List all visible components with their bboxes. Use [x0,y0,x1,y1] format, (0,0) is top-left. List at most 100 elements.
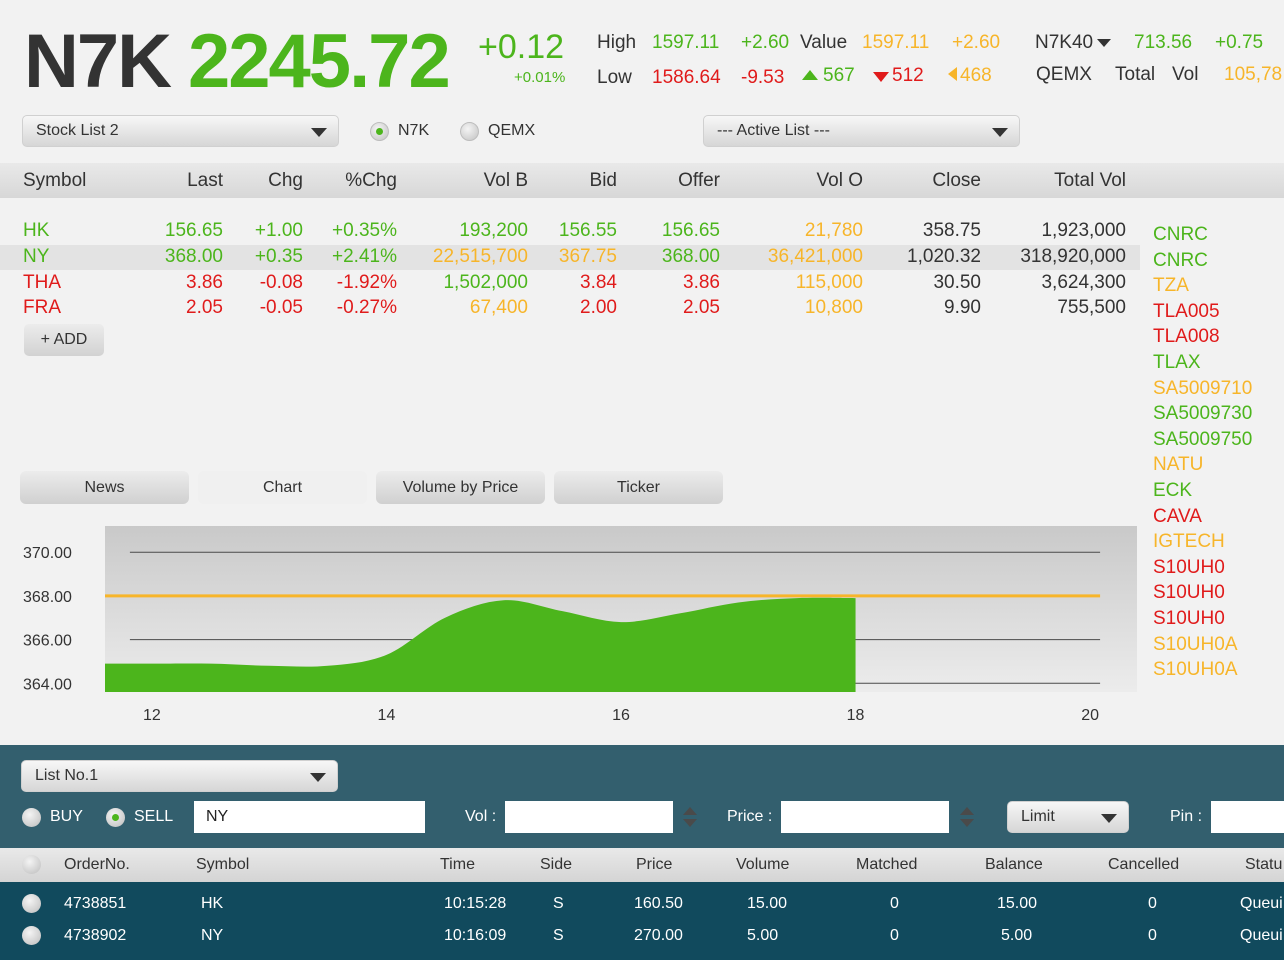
col-vol-b[interactable]: Vol B [408,170,528,192]
tab-volume-by-price[interactable]: Volume by Price [376,471,545,504]
sell-label: SELL [134,808,174,825]
tab-chart[interactable]: Chart [198,471,367,504]
order-list-select[interactable]: List No.1 [21,760,338,792]
col-order-cancelled[interactable]: Cancelled [1108,856,1179,874]
sell-radio[interactable] [106,808,125,827]
watchlist-item[interactable]: SA5009710 [1153,378,1252,400]
stock-list-select[interactable]: Stock List 2 [22,115,339,147]
col-order-symbol[interactable]: Symbol [196,856,249,874]
price-label: Price : [727,808,773,825]
volume-stepper[interactable] [683,802,697,832]
table-row[interactable]: THA 3.86 -0.08 -1.92% 1,502,000 3.84 3.8… [0,271,1140,296]
cell-pct: -1.92% [336,272,397,293]
buy-radio[interactable] [22,808,41,827]
order-matched: 0 [890,927,899,944]
col-chg[interactable]: Chg [223,170,303,192]
watchlist-item[interactable]: S10UH0A [1153,634,1238,656]
order-list-select-value: List No.1 [35,767,99,784]
cell-bid: 367.75 [558,246,617,267]
cell-total-vol: 755,500 [1057,297,1126,318]
price-chart[interactable]: 364.00 366.00 368.00 370.00 12 14 16 18 20 [0,520,1150,730]
tab-news[interactable]: News [20,471,189,504]
watchlist-item[interactable]: TLAX [1153,352,1201,374]
low-value: 1586.64 [652,67,721,88]
col-order-matched[interactable]: Matched [856,856,917,874]
table-row[interactable]: HK 156.65 +1.00 +0.35% 193,200 156.55 15… [0,219,1140,244]
col-order-price[interactable]: Price [636,856,672,874]
col-order-no[interactable]: OrderNo. [64,856,130,874]
watchlist-item[interactable]: SA5009750 [1153,429,1252,451]
chart-x-tick: 16 [612,707,630,724]
table-row[interactable]: NY 368.00 +0.35 +2.41% 22,515,700 367.75… [0,245,1140,270]
col-order-volume[interactable]: Volume [736,856,789,874]
cell-chg: +1.00 [254,220,303,241]
cell-offer: 2.05 [683,297,720,318]
col-bid[interactable]: Bid [537,170,617,192]
watchlist-item[interactable]: SA5009730 [1153,403,1252,425]
volume-input[interactable] [505,801,673,833]
watchlist-item[interactable]: TZA [1153,275,1189,297]
col-pct-chg[interactable]: %Chg [307,170,397,192]
col-order-side[interactable]: Side [540,856,572,874]
chart-x-tick: 12 [143,707,161,724]
watchlist-item[interactable]: S10UH0 [1153,608,1225,630]
sub-index-change: +0.75 [1215,32,1264,53]
col-offer[interactable]: Offer [630,170,720,192]
advancers-count: 567 [823,65,855,86]
value-change: +2.60 [952,32,1001,53]
watchlist-item[interactable]: IGTECH [1153,531,1225,553]
col-order-time[interactable]: Time [440,856,475,874]
sub-index-selector[interactable]: N7K40 [1035,32,1112,54]
col-close[interactable]: Close [881,170,981,192]
value-label: Value [800,32,848,53]
order-type-value: Limit [1021,808,1055,825]
col-order-status[interactable]: Statu [1245,856,1282,874]
watchlist-item[interactable]: TLA005 [1153,301,1220,323]
cell-vol-b: 22,515,700 [432,246,528,267]
order-type-select[interactable]: Limit [1007,801,1129,833]
col-order-balance[interactable]: Balance [985,856,1043,874]
add-symbol-button[interactable]: + ADD [24,324,104,356]
watchlist-item[interactable]: TLA008 [1153,326,1220,348]
cell-bid: 2.00 [580,297,617,318]
cell-vol-o: 21,780 [804,220,863,241]
col-last[interactable]: Last [143,170,223,192]
chevron-down-icon [1097,38,1112,47]
order-row-radio[interactable] [22,926,41,945]
col-total-vol[interactable]: Total Vol [996,170,1126,192]
watchlist-item[interactable]: NATU [1153,454,1203,476]
vol-label: Vol : [465,808,497,825]
cell-vol-b: 67,400 [469,297,528,318]
pin-input[interactable] [1211,801,1284,833]
table-row[interactable]: FRA 2.05 -0.05 -0.27% 67,400 2.00 2.05 1… [0,296,1140,321]
col-vol-o[interactable]: Vol O [743,170,863,192]
watchlist-item[interactable]: ECK [1153,480,1192,502]
unchanged-arrow-icon [948,67,957,81]
active-list-select-value: --- Active List --- [717,122,830,139]
chevron-down-icon [310,773,326,782]
watchlist-item[interactable]: CNRC [1153,224,1208,246]
total-vol-value: 105,78 [1224,64,1283,85]
col-symbol[interactable]: Symbol [23,170,86,192]
order-row-radio[interactable] [22,894,41,913]
order-price: 160.50 [634,895,683,912]
active-list-select[interactable]: --- Active List --- [703,115,1020,147]
price-input[interactable] [781,801,949,833]
watchlist-item[interactable]: S10UH0A [1153,659,1238,681]
cell-pct: +0.35% [332,220,397,241]
symbol-input[interactable] [194,801,425,833]
cell-last: 368.00 [164,246,223,267]
watchlist-item[interactable]: CAVA [1153,506,1202,528]
watchlist-item[interactable]: CNRC [1153,250,1208,272]
tab-ticker[interactable]: Ticker [554,471,723,504]
cell-vol-o: 36,421,000 [767,246,863,267]
watchlist-item[interactable]: S10UH0 [1153,582,1225,604]
radio-n7k[interactable] [370,122,389,141]
radio-qemx[interactable] [460,122,479,141]
cell-vol-o: 10,800 [804,297,863,318]
chevron-down-icon [992,128,1008,137]
select-all-radio[interactable] [22,855,41,874]
high-change: +2.60 [741,32,790,53]
price-stepper[interactable] [960,802,974,832]
watchlist-item[interactable]: S10UH0 [1153,557,1225,579]
